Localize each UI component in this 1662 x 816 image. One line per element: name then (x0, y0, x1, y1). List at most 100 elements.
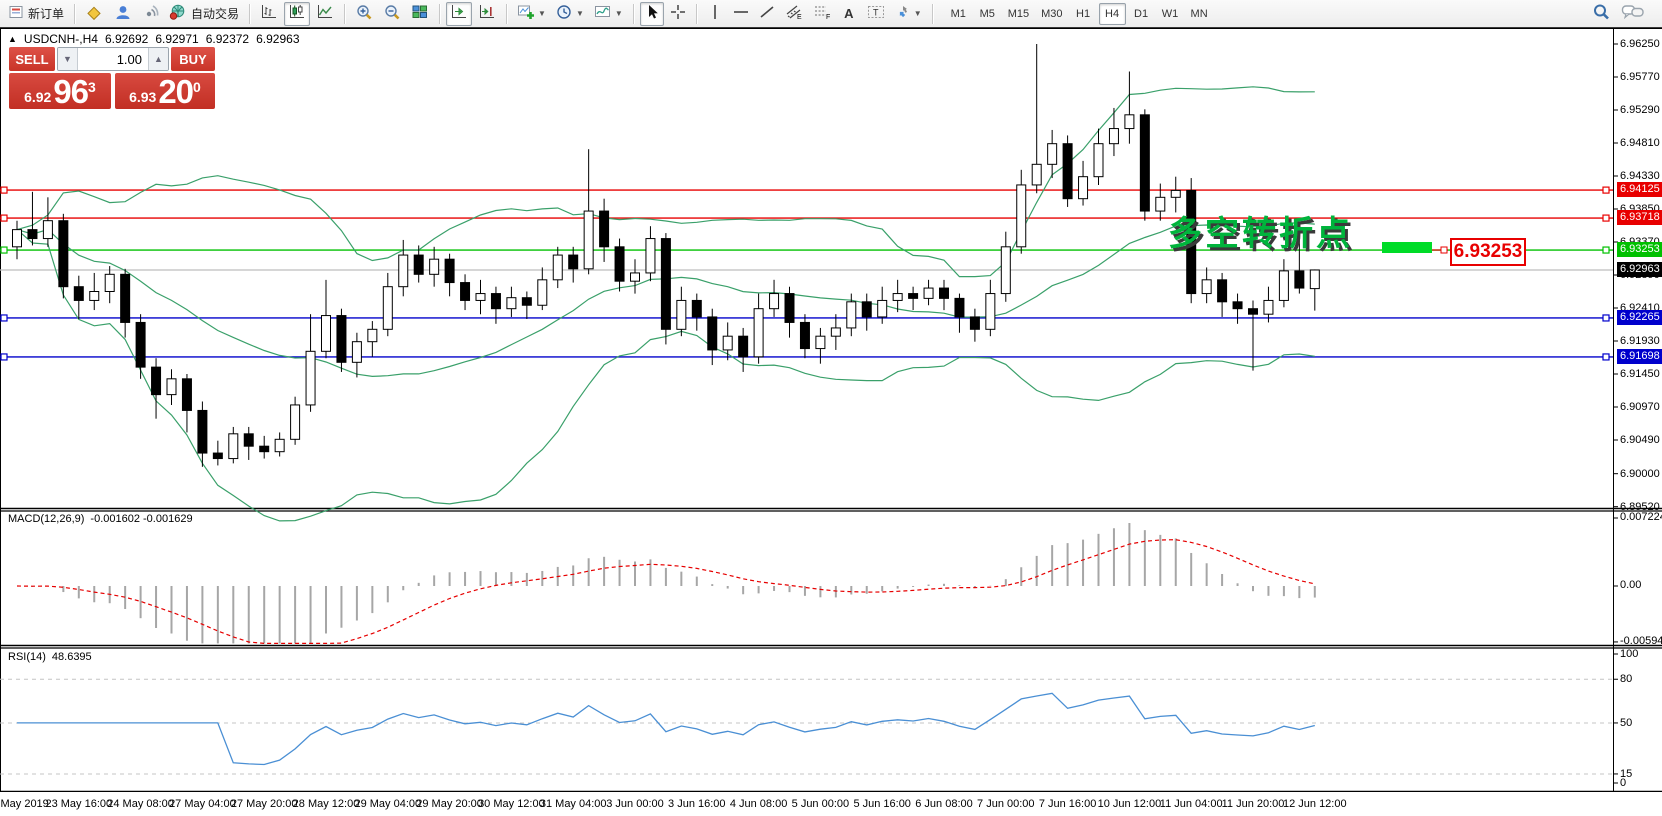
timeframe-h1-button[interactable]: H1 (1070, 3, 1097, 25)
new-order-button[interactable]: 新订单 (5, 2, 68, 26)
fibonacci-tool-button[interactable]: F (809, 2, 835, 26)
clock-icon (556, 4, 573, 23)
sell-button[interactable]: SELL (9, 47, 55, 71)
community-button[interactable] (109, 2, 135, 26)
auto-scroll-icon (450, 4, 468, 23)
ticket-icon (85, 4, 103, 23)
toolbar-separator (696, 4, 697, 24)
timeframe-m1-button[interactable]: M1 (945, 3, 972, 25)
toolbar-separator (344, 4, 345, 24)
equidistant-channel-tool-button[interactable]: E (781, 2, 807, 26)
buy-price-display[interactable]: 6.93 20 0 (115, 73, 215, 109)
time-axis-label: 12 Jun 12:00 (1283, 798, 1347, 810)
one-click-trading-panel: SELL ▼ ▲ BUY 6.92 96 3 6.93 20 0 (9, 47, 215, 109)
text-label-tool-button[interactable]: T (863, 2, 889, 26)
level-price-label: 6.92265 (1617, 310, 1662, 325)
search-button[interactable] (1588, 2, 1615, 26)
toolbar-right-group (1587, 2, 1650, 26)
tile-windows-button[interactable] (407, 2, 433, 26)
price-tick-label: 6.90000 (1620, 467, 1660, 481)
dropdown-arrow-icon: ▼ (576, 9, 584, 18)
vertical-line-tool-button[interactable] (703, 2, 727, 26)
candlestick-mode-button[interactable] (284, 2, 310, 26)
chart-ohlc-header: ▲ USDCNH-,H4 6.92692 6.92971 6.92372 6.9… (8, 32, 300, 46)
open-value: 6.92692 (105, 32, 148, 46)
high-value: 6.92971 (155, 32, 198, 46)
time-axis[interactable]: 23 May 201923 May 16:0024 May 08:0027 Ma… (0, 792, 1662, 816)
sell-price-large: 96 (53, 75, 88, 108)
arrows-icon (895, 4, 911, 23)
time-axis-label: 11 Jun 20:00 (1222, 798, 1285, 810)
time-axis-label: 10 Jun 12:00 (1098, 798, 1162, 810)
timeframe-d1-button[interactable]: D1 (1128, 3, 1155, 25)
price-tick-label: 6.94810 (1620, 136, 1660, 150)
timeframe-h4-button[interactable]: H4 (1099, 3, 1126, 25)
crosshair-tool-button[interactable] (666, 2, 690, 26)
arrows-tool-button[interactable]: ▼ (891, 2, 926, 26)
timeframe-m15-button[interactable]: M15 (1003, 3, 1034, 25)
toolbar-separator (633, 4, 634, 24)
crosshair-icon (670, 4, 686, 23)
indicators-button[interactable]: ▼ (513, 2, 550, 26)
indicators-icon (517, 4, 535, 23)
ticket-button[interactable] (81, 2, 107, 26)
level-price-label: 6.94125 (1617, 182, 1662, 197)
time-axis-label: 28 May 12:00 (293, 798, 360, 810)
time-axis-label: 6 Jun 08:00 (915, 798, 973, 810)
time-axis-label: 3 Jun 00:00 (606, 798, 664, 810)
profile-icon (113, 4, 131, 23)
time-axis-label: 7 Jun 00:00 (977, 798, 1035, 810)
rsi-pane-label: RSI(14) 48.6395 (8, 651, 92, 663)
volume-decrease-button[interactable]: ▼ (58, 48, 78, 70)
periods-button[interactable]: ▼ (552, 2, 588, 26)
auto-trading-button[interactable]: 自动交易 (165, 2, 243, 26)
toolbar-separator (506, 4, 507, 24)
zoom-in-button[interactable] (351, 2, 377, 26)
chart-shift-icon (478, 4, 496, 23)
chat-icon (1621, 3, 1645, 24)
macd-axis-label: -0.005942 (1620, 635, 1662, 648)
templates-button[interactable]: ▼ (590, 2, 627, 26)
signals-button[interactable] (137, 2, 163, 26)
chart-canvas[interactable]: ▲ USDCNH-,H4 6.92692 6.92971 6.92372 6.9… (0, 28, 1662, 816)
price-tick-label: 6.95290 (1620, 103, 1660, 117)
annotation-text[interactable]: 多空转折点 (1168, 206, 1353, 255)
timeframe-m30-button[interactable]: M30 (1036, 3, 1067, 25)
toolbar-separator (439, 4, 440, 24)
annotation-price-box[interactable]: 6.93253 (1450, 238, 1526, 266)
macd-axis-label: 0.00 (1620, 579, 1641, 592)
zoom-out-button[interactable] (379, 2, 405, 26)
timeframe-m5-button[interactable]: M5 (974, 3, 1001, 25)
price-tick-label: 6.95770 (1620, 70, 1660, 84)
bar-chart-mode-button[interactable] (256, 2, 282, 26)
chart-shift-button[interactable] (474, 2, 500, 26)
time-axis-label: 27 May 20:00 (231, 798, 298, 810)
time-axis-label: 23 May 2019 (0, 798, 49, 810)
timeframe-mn-button[interactable]: MN (1186, 3, 1213, 25)
level-price-label: 6.93253 (1617, 242, 1662, 257)
triangle-up-icon: ▲ (8, 34, 17, 44)
volume-input[interactable] (78, 48, 148, 70)
line-chart-mode-button[interactable] (312, 2, 338, 26)
dropdown-arrow-icon: ▼ (538, 9, 546, 18)
cursor-tool-button[interactable] (640, 2, 664, 26)
sell-price-display[interactable]: 6.92 96 3 (9, 73, 111, 109)
text-tool-button[interactable]: A (837, 2, 861, 26)
rsi-axis-label: 100 (1620, 648, 1638, 661)
zoom-in-icon (355, 4, 373, 24)
horizontal-line-icon (733, 5, 749, 22)
auto-scroll-button[interactable] (446, 2, 472, 26)
trendline-tool-button[interactable] (755, 2, 779, 26)
volume-increase-button[interactable]: ▲ (148, 48, 168, 70)
timeframe-w1-button[interactable]: W1 (1157, 3, 1184, 25)
time-axis-label: 29 May 04:00 (354, 798, 421, 810)
buy-button[interactable]: BUY (171, 47, 215, 71)
level-price-label: 6.91698 (1617, 349, 1662, 364)
dropdown-arrow-icon: ▼ (615, 9, 623, 18)
chat-button[interactable] (1617, 2, 1649, 26)
time-axis-label: 5 Jun 00:00 (792, 798, 850, 810)
horizontal-line-tool-button[interactable] (729, 2, 753, 26)
time-axis-label: 11 Jun 04:00 (1160, 798, 1223, 810)
text-label-icon: T (867, 4, 885, 23)
current-price-label: 6.92963 (1617, 262, 1662, 277)
